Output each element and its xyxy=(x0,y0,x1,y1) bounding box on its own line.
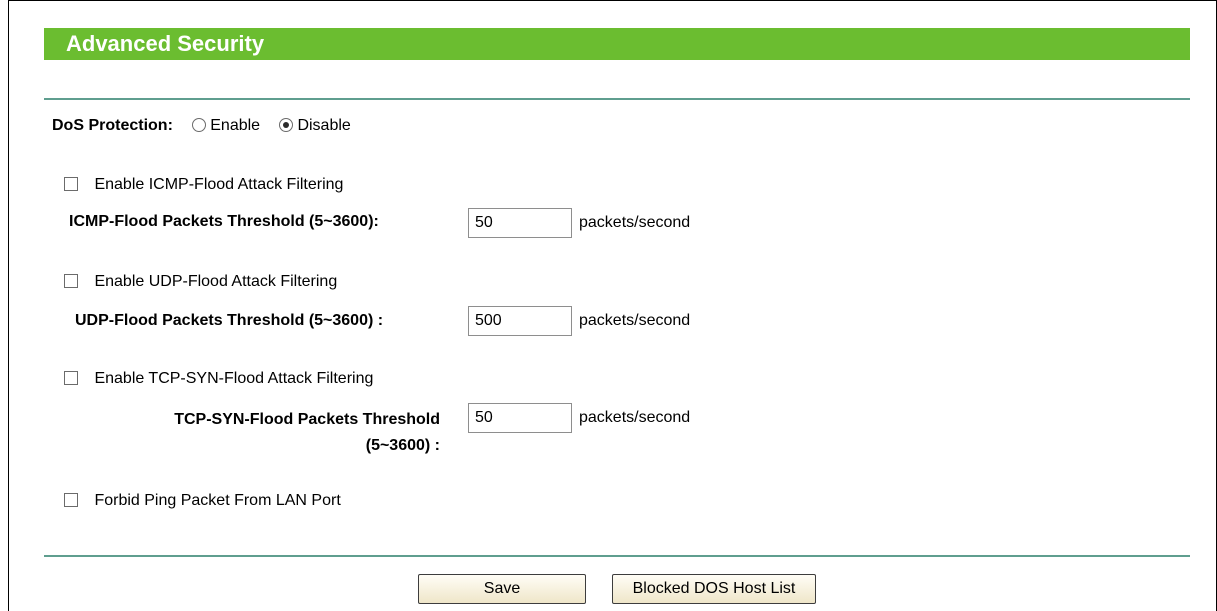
icmp-threshold-input[interactable]: 50 xyxy=(468,208,572,238)
ping-forbid-row: Forbid Ping Packet From LAN Port xyxy=(64,492,341,510)
tcp-filter-row: Enable TCP-SYN-Flood Attack Filtering xyxy=(64,370,373,388)
dos-enable-radio[interactable] xyxy=(191,118,206,132)
dos-disable-radio[interactable] xyxy=(278,118,293,132)
dos-protection-label: DoS Protection: xyxy=(52,117,173,134)
tcp-filter-checkbox[interactable] xyxy=(64,371,78,385)
icmp-filter-checkbox[interactable] xyxy=(64,177,78,191)
icmp-filter-row: Enable ICMP-Flood Attack Filtering xyxy=(64,176,343,194)
dos-disable-label[interactable]: Disable xyxy=(297,117,350,134)
icmp-filter-label[interactable]: Enable ICMP-Flood Attack Filtering xyxy=(94,176,343,193)
ping-forbid-checkbox[interactable] xyxy=(64,493,78,507)
bottom-divider xyxy=(44,555,1190,557)
udp-threshold-input[interactable]: 500 xyxy=(468,306,572,336)
tcp-unit-label: packets/second xyxy=(579,409,691,426)
section-title: Advanced Security xyxy=(66,31,265,56)
dos-protection-row: DoS Protection: Enable Disable xyxy=(52,117,351,135)
ping-forbid-label[interactable]: Forbid Ping Packet From LAN Port xyxy=(94,492,340,509)
udp-filter-checkbox[interactable] xyxy=(64,274,78,288)
tcp-threshold-label-line1: TCP-SYN-Flood Packets Threshold xyxy=(174,411,440,428)
tcp-threshold-label-line2: (5~3600) : xyxy=(365,437,440,454)
tcp-threshold-label: TCP-SYN-Flood Packets Threshold (5~3600)… xyxy=(120,407,440,459)
tcp-filter-label[interactable]: Enable TCP-SYN-Flood Attack Filtering xyxy=(94,370,373,387)
tcp-threshold-input[interactable]: 50 xyxy=(468,403,572,433)
blocked-dos-host-list-button[interactable]: Blocked DOS Host List xyxy=(612,574,816,604)
udp-threshold-label: UDP-Flood Packets Threshold (5~3600) : xyxy=(75,312,384,329)
top-divider xyxy=(44,98,1190,100)
udp-unit-label: packets/second xyxy=(579,312,691,329)
section-header: Advanced Security xyxy=(44,28,1190,60)
dos-enable-label[interactable]: Enable xyxy=(210,117,260,134)
udp-filter-row: Enable UDP-Flood Attack Filtering xyxy=(64,273,337,291)
page-frame xyxy=(8,0,1217,611)
save-button[interactable]: Save xyxy=(418,574,586,604)
icmp-unit-label: packets/second xyxy=(579,214,691,231)
icmp-threshold-label: ICMP-Flood Packets Threshold (5~3600): xyxy=(69,213,379,230)
udp-filter-label[interactable]: Enable UDP-Flood Attack Filtering xyxy=(94,273,337,290)
